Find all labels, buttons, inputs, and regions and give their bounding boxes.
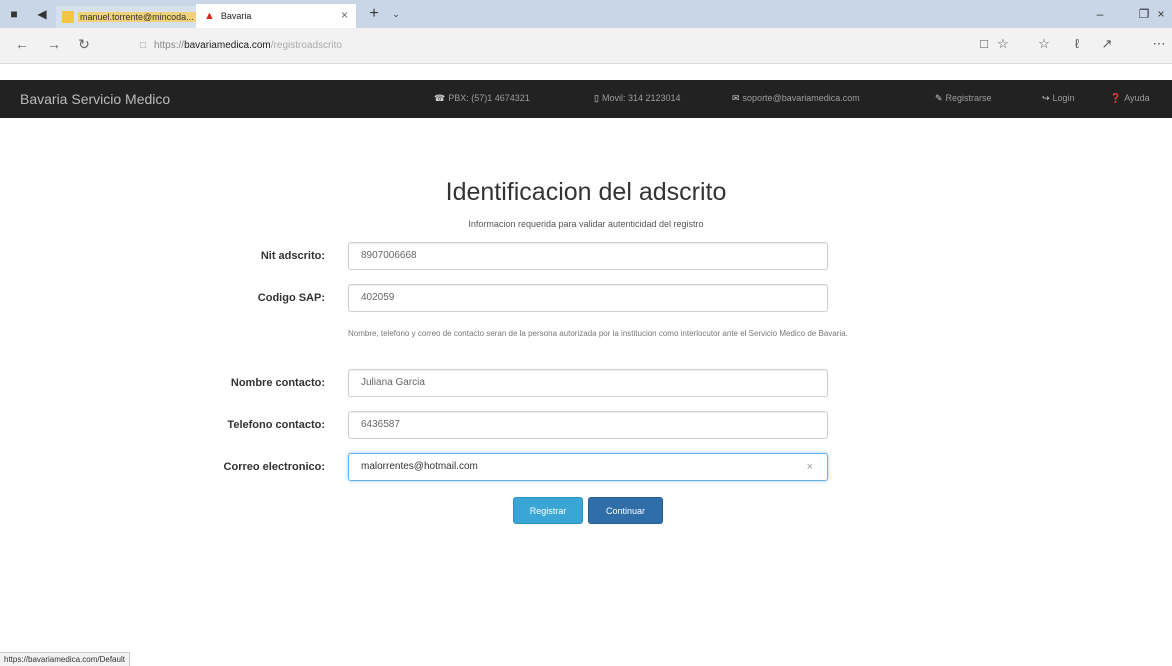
mobile-icon: ▯: [594, 93, 599, 103]
reading-view-icon[interactable]: □: [975, 36, 993, 51]
browser-tab-label: Bavaria: [220, 11, 252, 21]
lock-icon: □: [140, 40, 147, 51]
refresh-icon[interactable]: ↻: [74, 36, 94, 53]
url-field[interactable]: □ https://bavariamedica.com/registroadscr…: [140, 36, 1000, 56]
register-link[interactable]: ✎ Registrarse: [935, 93, 992, 104]
envelope-icon: ✉: [732, 93, 740, 103]
site-navbar: Bavaria Servicio Medico ☎ PBX: (57)1 4674…: [0, 80, 1172, 118]
share-icon[interactable]: ↗: [1098, 36, 1116, 52]
correo-input[interactable]: malorrentes@hotmail.com ×: [348, 453, 828, 481]
address-bar: ← → ↻ □ https://bavariamedica.com/registr…: [0, 28, 1172, 64]
more-icon[interactable]: ⋯: [1150, 36, 1168, 52]
back-tabs-icon[interactable]: ◀: [28, 0, 56, 28]
login-icon: ↪: [1042, 93, 1050, 103]
sap-input[interactable]: 402059: [348, 284, 828, 312]
bavaria-favicon-icon: ▲: [204, 10, 215, 22]
email-link[interactable]: ✉ soporte@bavariamedica.com: [732, 93, 860, 104]
clear-input-icon[interactable]: ×: [807, 454, 813, 480]
forward-arrow-icon[interactable]: →: [44, 36, 64, 52]
email-label: soporte@bavariamedica.com: [742, 93, 860, 103]
tab-menu-chevron-icon[interactable]: ⌄: [386, 9, 406, 20]
browser-tab-bavaria[interactable]: ▲ Bavaria ×: [196, 4, 356, 28]
telefono-label: Telefono contacto:: [227, 419, 325, 431]
new-tab-icon[interactable]: +: [362, 5, 386, 23]
minimize-icon[interactable]: –: [1078, 0, 1122, 28]
login-link[interactable]: ↪ Login: [1042, 93, 1075, 104]
pbx-link[interactable]: ☎ PBX: (57)1 4674321: [434, 93, 530, 104]
browser-tab-label: manuel.torrente@mincoda...: [78, 12, 196, 22]
sap-label: Codigo SAP:: [257, 292, 325, 304]
back-arrow-icon[interactable]: ←: [12, 36, 32, 52]
browser-tab-mail[interactable]: manuel.torrente@mincoda...: [56, 6, 196, 28]
movil-link[interactable]: ▯ Movil: 314 2123014: [594, 93, 681, 104]
favorite-star-icon[interactable]: ☆: [994, 36, 1012, 52]
correo-label: Correo electronico:: [223, 461, 325, 473]
phone-icon: ☎: [434, 93, 446, 103]
nit-input[interactable]: 8907006668: [348, 242, 828, 270]
mail-favicon-icon: [62, 11, 74, 23]
page-subtitle: Informacion requerida para validar auten…: [468, 219, 704, 229]
help-label: Ayuda: [1124, 93, 1150, 103]
telefono-input[interactable]: 6436587: [348, 411, 828, 439]
question-icon: ❓: [1110, 93, 1122, 103]
movil-label: Movil: 314 2123014: [601, 93, 681, 103]
status-url: https://bavariamedica.com/Default: [0, 652, 130, 666]
register-button[interactable]: Registrar: [513, 497, 583, 524]
edit-icon: ✎: [935, 93, 943, 103]
help-link[interactable]: ❓ Ayuda: [1110, 93, 1150, 104]
contact-note: Nombre, telefono y correo de contacto se…: [348, 329, 848, 338]
page-title: Identificacion del adscrito: [445, 178, 727, 206]
nit-label: Nit adscrito:: [260, 250, 325, 262]
favorites-hub-icon[interactable]: ☆: [1035, 36, 1053, 52]
url-scheme: https://: [154, 40, 185, 51]
close-window-icon[interactable]: ×: [1150, 0, 1172, 28]
url-path: /registroadscrito: [270, 40, 342, 51]
nombre-label: Nombre contacto:: [230, 377, 325, 389]
register-label: Registrarse: [945, 93, 992, 103]
nombre-input[interactable]: Juliana Garcia: [348, 369, 828, 397]
correo-value: malorrentes@hotmail.com: [361, 461, 478, 472]
pbx-label: PBX: (57)1 4674321: [448, 93, 530, 103]
url-host: bavariamedica.com: [184, 40, 271, 51]
tab-actions-icon[interactable]: ■: [0, 0, 28, 28]
brand-link[interactable]: Bavaria Servicio Medico: [20, 91, 170, 107]
web-note-icon[interactable]: ℓ: [1068, 36, 1086, 51]
browser-tab-strip: ■ ◀ manuel.torrente@mincoda... ▲ Bavaria…: [0, 0, 1172, 28]
continue-button[interactable]: Continuar: [588, 497, 663, 524]
login-label: Login: [1052, 93, 1075, 103]
close-tab-icon[interactable]: ×: [341, 8, 348, 22]
